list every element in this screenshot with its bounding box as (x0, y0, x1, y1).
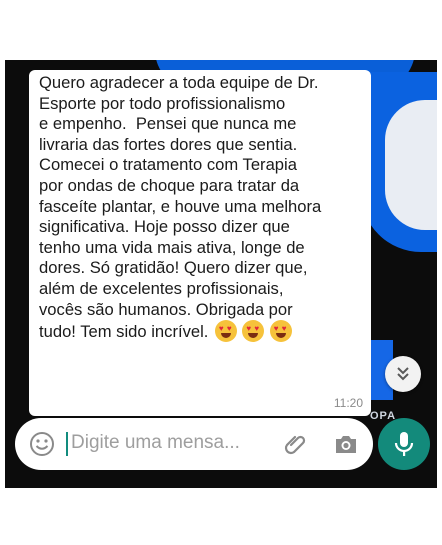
emoji-icon[interactable] (29, 431, 55, 457)
microphone-icon (394, 432, 414, 456)
camera-icon[interactable] (333, 432, 359, 456)
emoji-group: ♥ ♥ ♥ ♥ ♥ ♥ (214, 320, 293, 347)
chat-window: OPA Quero agradecer a toda equipe de Dr.… (5, 60, 437, 488)
text-caret (66, 432, 68, 456)
heart-eyes-emoji-icon: ♥ ♥ (214, 320, 237, 343)
heart-eyes-emoji-icon: ♥ ♥ (242, 320, 265, 343)
message-bubble[interactable]: Quero agradecer a toda equipe de Dr. Esp… (29, 70, 371, 416)
wallpaper-decoration (385, 100, 437, 230)
message-input[interactable]: Digite uma mensa... (71, 432, 240, 454)
message-text: Quero agradecer a toda equipe de Dr. Esp… (39, 73, 322, 342)
voice-message-button[interactable] (378, 418, 430, 470)
message-composer: Digite uma mensa... (15, 418, 373, 470)
message-timestamp: 11:20 (333, 396, 363, 410)
attach-icon[interactable] (283, 431, 309, 457)
double-chevron-down-icon (397, 367, 409, 381)
heart-eyes-emoji-icon: ♥ ♥ (269, 320, 292, 343)
scroll-to-bottom-button[interactable] (385, 356, 421, 392)
